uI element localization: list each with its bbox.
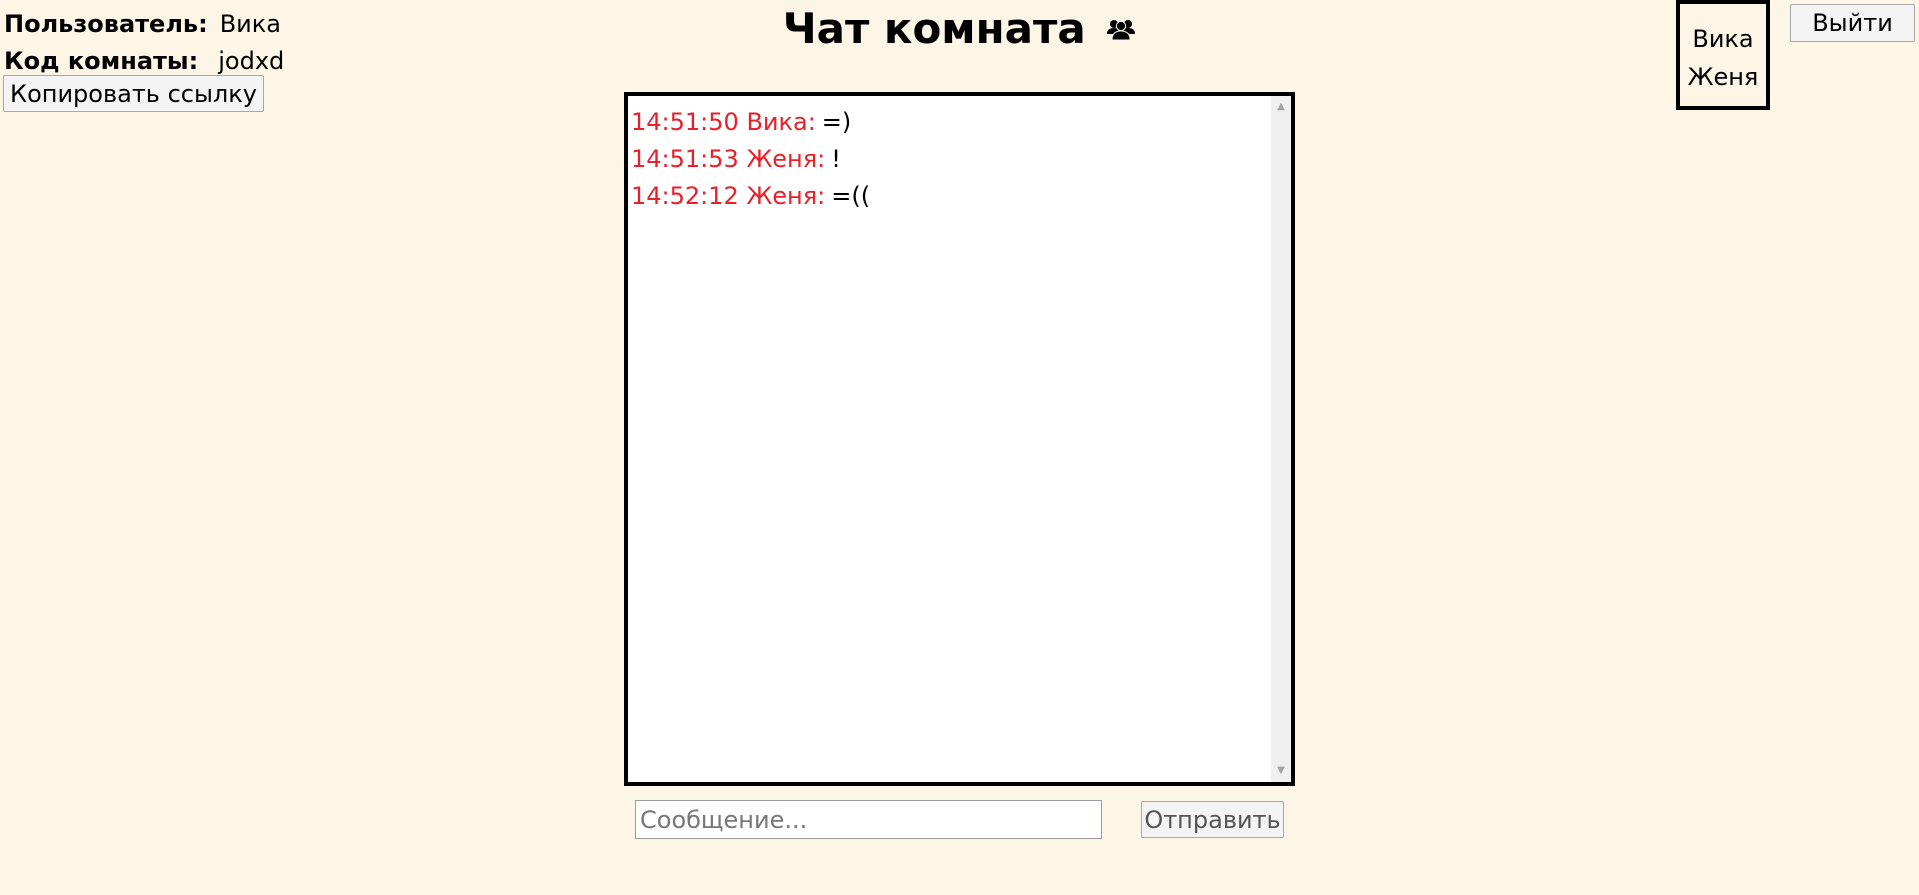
message-meta: 14:52:12 Женя:	[631, 182, 825, 210]
message-meta: 14:51:53 Женя:	[631, 145, 825, 173]
message-item: 14:52:12 Женя: =((	[631, 178, 1271, 215]
message-list: 14:51:50 Вика: =) 14:51:53 Женя:! 14:52:1…	[628, 96, 1271, 782]
message-item: 14:51:53 Женя:!	[631, 141, 1271, 178]
online-users-list: Вика Женя	[1676, 0, 1770, 110]
send-button[interactable]: Отправить	[1141, 801, 1284, 838]
logout-button[interactable]: Выйти	[1790, 4, 1915, 42]
copy-link-button[interactable]: Копировать ссылку	[3, 75, 264, 112]
message-input[interactable]	[635, 800, 1102, 839]
chat-scrollbar[interactable]: ▲ ▼	[1271, 96, 1291, 782]
message-text: =((	[831, 182, 871, 210]
page-title-text: Чат комната	[782, 4, 1086, 53]
scroll-down-arrow-icon[interactable]: ▼	[1271, 762, 1291, 780]
online-user: Женя	[1687, 63, 1759, 91]
message-time: 14:51:50	[631, 108, 739, 136]
message-text: !	[831, 145, 841, 173]
chat-window: 14:51:50 Вика: =) 14:51:53 Женя:! 14:52:1…	[624, 92, 1295, 786]
message-author: Женя:	[746, 145, 826, 173]
message-time: 14:52:12	[631, 182, 739, 210]
message-author: Вика:	[746, 108, 816, 136]
users-icon	[1106, 1, 1136, 53]
online-user: Вика	[1692, 25, 1754, 53]
message-time: 14:51:53	[631, 145, 739, 173]
scroll-up-arrow-icon[interactable]: ▲	[1271, 98, 1291, 116]
message-author: Женя:	[746, 182, 826, 210]
page-title: Чат комната	[0, 3, 1919, 58]
message-item: 14:51:50 Вика: =)	[631, 104, 1271, 141]
message-text: =)	[821, 108, 852, 136]
message-meta: 14:51:50 Вика:	[631, 108, 816, 136]
